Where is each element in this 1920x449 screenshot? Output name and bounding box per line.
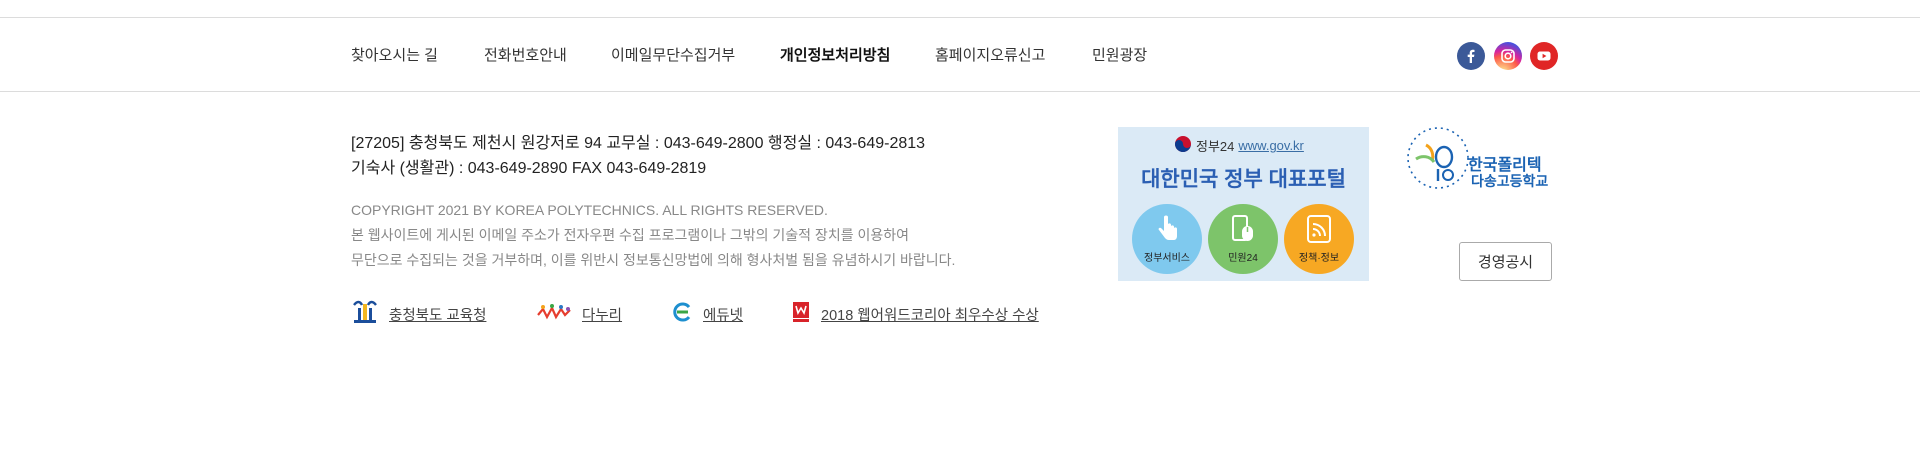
taegeuk-icon [1174,135,1192,156]
link-chungbuk-education-office[interactable]: 충청북도 교육청 [351,299,487,329]
nav-error-report-link[interactable]: 홈페이지오류신고 [935,44,1045,68]
address-line: [27205] 충청북도 제천시 원강저로 94 교무실 : 043-649-2… [351,135,926,152]
tablet-rss-icon [1305,214,1333,247]
gov24-brand: 정부24 [1196,139,1235,154]
nav-directions-link[interactable]: 찾아오시는 길 [351,44,438,68]
policy-info-label: 정책·정보 [1298,253,1340,264]
nav-civil-complaint-link[interactable]: 민원광장 [1092,44,1147,68]
link-label: 2018 웹어워드코리아 최우수상 수상 [821,307,1039,324]
address-block: [27205] 충청북도 제천시 원강저로 94 교무실 : 043-649-2… [351,131,925,181]
polytech-emblem-icon [1404,125,1472,196]
management-disclosure-button[interactable]: 경영공시 [1459,242,1552,281]
facebook-icon[interactable] [1457,42,1485,70]
gov-service-button[interactable]: 정부서비스 [1132,204,1202,274]
gov24-title: 대한민국 정부 대표포털 [1141,168,1346,191]
email-notice-line-2: 무단으로 수집되는 것을 거부하며, 이를 위반시 정보통신망법에 의해 형사처… [351,252,956,268]
link-edunet[interactable]: 에듀넷 [671,302,743,326]
mobile-mouse-icon [1229,214,1257,247]
link-label: 다누리 [582,307,623,324]
web-award-icon [791,301,811,327]
edunet-icon [671,301,693,327]
gov24-header: 정부24 www.gov.kr [1174,135,1304,156]
link-danuri[interactable]: 다누리 [536,302,622,326]
gov24-banner[interactable]: 정부24 www.gov.kr 대한민국 정부 대표포털 정부서비스 민원24 [1118,127,1369,281]
link-web-award[interactable]: 2018 웹어워드코리아 최우수상 수상 [791,302,1039,326]
instagram-icon[interactable] [1494,42,1522,70]
nav-privacy-policy-link[interactable]: 개인정보처리방침 [780,44,890,68]
nav-phone-directory-link[interactable]: 전화번호안내 [484,44,567,68]
link-label: 충청북도 교육청 [389,307,487,324]
nav-email-refusal-link[interactable]: 이메일무단수집거부 [611,44,735,68]
gov-service-label: 정부서비스 [1144,253,1190,264]
touch-hand-icon [1154,214,1180,247]
minwon24-button[interactable]: 민원24 [1208,204,1278,274]
nav-divider [0,91,1920,92]
school-logo-line2: 다송고등학교 [1471,173,1549,189]
youtube-icon[interactable] [1530,42,1558,70]
email-notice-line: 본 웹사이트에 게시된 이메일 주소가 전자우편 수집 프로그램이나 그밖의 기… [351,227,909,243]
top-divider [0,17,1920,18]
copyright-block: COPYRIGHT 2021 BY KOREA POLYTECHNICS. AL… [351,198,955,273]
education-office-icon [351,299,379,329]
copyright-line: COPYRIGHT 2021 BY KOREA POLYTECHNICS. AL… [351,202,828,218]
link-label: 에듀넷 [703,307,744,324]
minwon24-label: 민원24 [1228,253,1258,264]
gov24-url: www.gov.kr [1238,138,1304,153]
school-logo[interactable]: 한국폴리텍 다송고등학교 [1404,125,1556,195]
dormitory-fax-line: 기숙사 (생활관) : 043-649-2890 FAX 043-649-281… [351,160,707,177]
policy-info-button[interactable]: 정책·정보 [1284,204,1354,274]
danuri-icon [536,303,572,325]
